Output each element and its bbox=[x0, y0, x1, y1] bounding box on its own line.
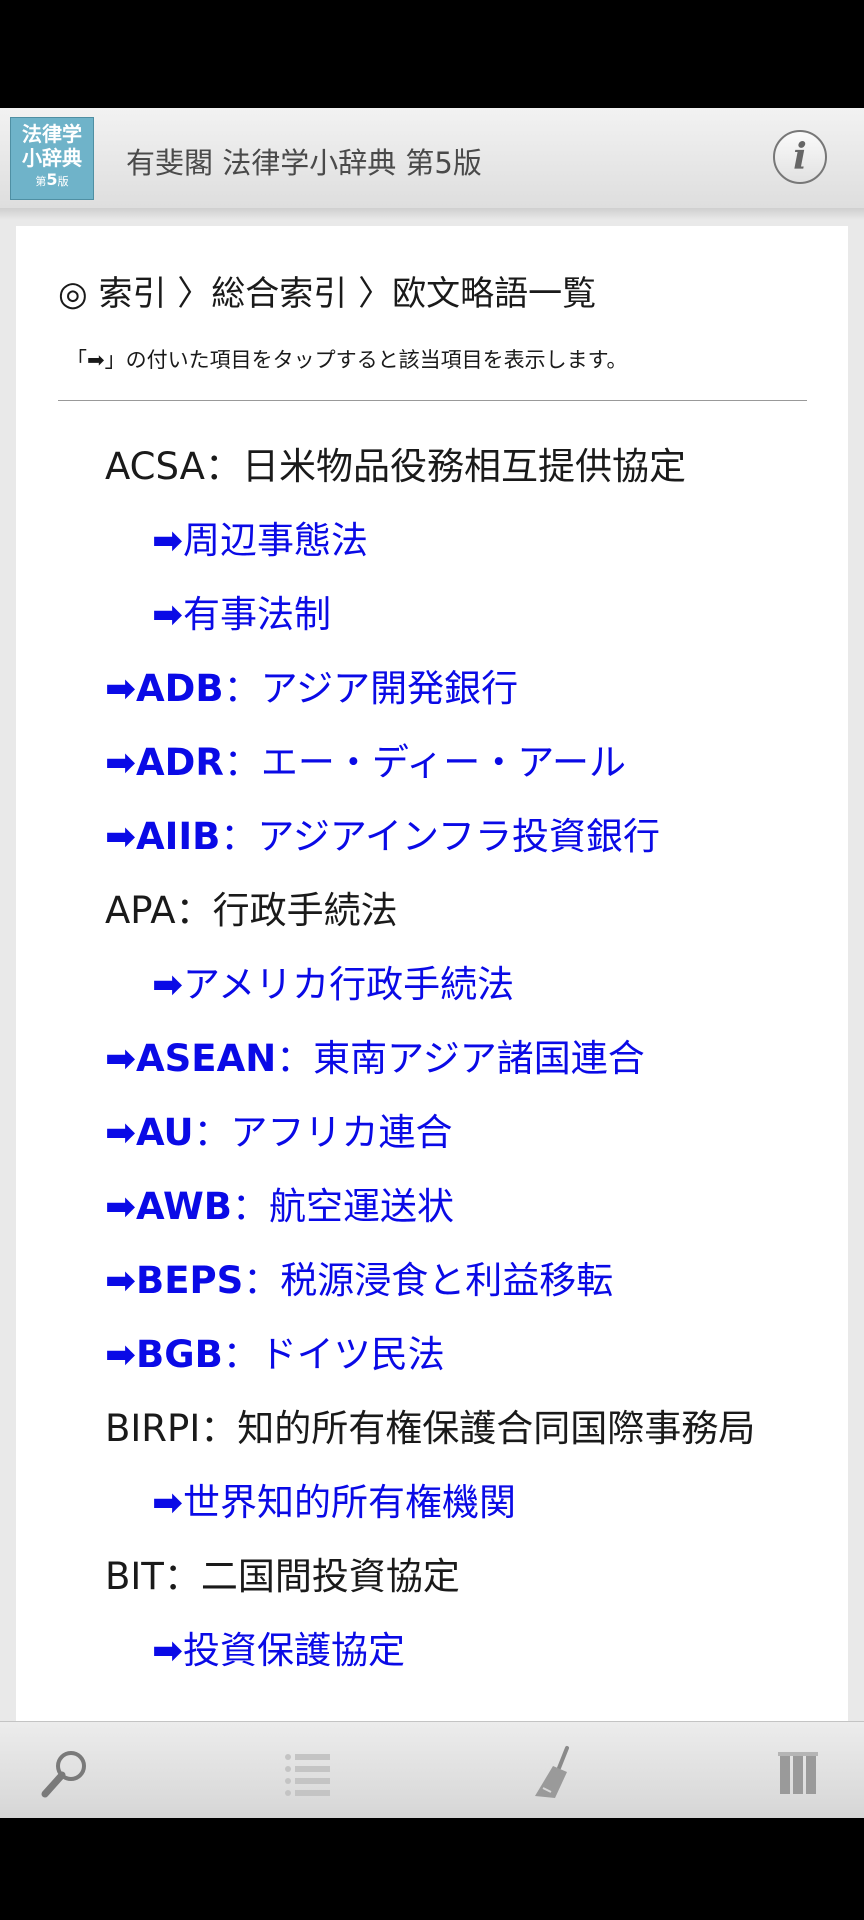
app-title: 有斐閣 法律学小辞典 第5版 bbox=[126, 146, 482, 180]
arrow-icon: ➡ bbox=[105, 1037, 137, 1080]
entry-abbreviation: ADB bbox=[136, 667, 224, 710]
entry-text: 周辺事態法 bbox=[183, 519, 369, 562]
arrow-icon: ➡ bbox=[152, 1481, 184, 1524]
entry-text: 有事法制 bbox=[183, 593, 332, 636]
arrow-icon: ➡ bbox=[152, 963, 184, 1006]
arrow-icon: ➡ bbox=[105, 1111, 137, 1154]
entry-text: BIRPI：知的所有権保護合同国際事務局 bbox=[105, 1407, 756, 1450]
entry-abbreviation: ASEAN bbox=[136, 1037, 277, 1080]
arrow-icon: ➡ bbox=[105, 667, 137, 710]
entry-heading: ACSA：日米物品役務相互提供協定 bbox=[105, 442, 686, 492]
app-logo: 法律学 小辞典 第5版 bbox=[10, 117, 94, 200]
entry-subref-link[interactable]: ➡アメリカ行政手続法 bbox=[152, 960, 514, 1010]
entry-text: ：税源浸食と利益移転 bbox=[243, 1259, 614, 1302]
info-button[interactable]: i bbox=[773, 130, 827, 184]
search-icon[interactable] bbox=[37, 1744, 93, 1800]
list-icon[interactable] bbox=[280, 1744, 336, 1800]
entry-text: ACSA：日米物品役務相互提供協定 bbox=[105, 445, 686, 488]
entry-link[interactable]: ➡AU：アフリカ連合 bbox=[105, 1108, 453, 1158]
logo-edition: 第5版 bbox=[35, 170, 69, 189]
columns-icon[interactable] bbox=[772, 1744, 828, 1800]
entry-link[interactable]: ➡BGB：ドイツ民法 bbox=[105, 1330, 445, 1380]
divider bbox=[58, 400, 807, 401]
system-nav-bar bbox=[0, 1818, 864, 1920]
entry-abbreviation: BEPS bbox=[136, 1259, 244, 1302]
arrow-icon: ➡ bbox=[152, 1629, 184, 1672]
entry-link[interactable]: ➡BEPS：税源浸食と利益移転 bbox=[105, 1256, 613, 1306]
entry-text: ：アフリカ連合 bbox=[193, 1111, 453, 1154]
entry-subref-link[interactable]: ➡投資保護協定 bbox=[152, 1626, 405, 1676]
arrow-icon: ➡ bbox=[105, 1333, 137, 1376]
broom-icon[interactable] bbox=[525, 1744, 581, 1800]
entry-link[interactable]: ➡ASEAN：東南アジア諸国連合 bbox=[105, 1034, 645, 1084]
status-bar bbox=[0, 0, 864, 108]
entry-text: アメリカ行政手続法 bbox=[183, 963, 515, 1006]
entry-abbreviation: AWB bbox=[136, 1185, 233, 1228]
entry-text: 世界知的所有権機関 bbox=[183, 1481, 517, 1524]
logo-line-1: 法律学 bbox=[22, 122, 82, 146]
entry-text: ：アジアインフラ投資銀行 bbox=[220, 815, 660, 858]
entry-subref-link[interactable]: ➡世界知的所有権機関 bbox=[152, 1478, 516, 1528]
arrow-icon: ➡ bbox=[105, 815, 137, 858]
entry-subref-link[interactable]: ➡周辺事態法 bbox=[152, 516, 368, 566]
entry-link[interactable]: ➡ADR：エー・ディー・アール bbox=[105, 738, 626, 788]
entry-subref-link[interactable]: ➡有事法制 bbox=[152, 590, 331, 640]
arrow-icon: ➡ bbox=[105, 741, 137, 784]
tap-hint: 「➡」の付いた項目をタップすると該当項目を表示します。 bbox=[66, 348, 628, 372]
entry-text: ：東南アジア諸国連合 bbox=[276, 1037, 645, 1080]
entry-abbreviation: ADR bbox=[136, 741, 224, 784]
app-window: 法律学 小辞典 第5版 有斐閣 法律学小辞典 第5版 i ◎ 索引 〉総合索引 … bbox=[0, 108, 864, 1818]
entry-text: ：航空運送状 bbox=[232, 1185, 455, 1228]
entry-abbreviation: AIIB bbox=[136, 815, 221, 858]
entry-abbreviation: BGB bbox=[136, 1333, 223, 1376]
entry-text: BIT：二国間投資協定 bbox=[105, 1555, 460, 1598]
entry-link[interactable]: ➡ADB：アジア開発銀行 bbox=[105, 664, 518, 714]
entry-heading: APA：行政手続法 bbox=[105, 886, 398, 936]
arrow-icon: ➡ bbox=[152, 593, 184, 636]
arrow-icon: ➡ bbox=[105, 1259, 137, 1302]
entry-heading: BIT：二国間投資協定 bbox=[105, 1552, 460, 1602]
bottom-toolbar bbox=[0, 1721, 864, 1818]
arrow-icon: ➡ bbox=[105, 1185, 137, 1228]
breadcrumb: ◎ 索引 〉総合索引 〉欧文略語一覧 bbox=[58, 274, 597, 314]
header-shadow bbox=[0, 208, 864, 220]
entry-heading: BIRPI：知的所有権保護合同国際事務局 bbox=[105, 1404, 755, 1454]
content-card: ◎ 索引 〉総合索引 〉欧文略語一覧 「➡」の付いた項目をタップすると該当項目を… bbox=[16, 226, 848, 1818]
entry-link[interactable]: ➡AIIB：アジアインフラ投資銀行 bbox=[105, 812, 660, 862]
arrow-icon: ➡ bbox=[152, 519, 184, 562]
entry-text: ：アジア開発銀行 bbox=[223, 667, 519, 710]
entry-text: ：エー・ディー・アール bbox=[223, 741, 627, 784]
entry-abbreviation: AU bbox=[136, 1111, 194, 1154]
entry-text: APA：行政手続法 bbox=[105, 889, 398, 932]
entry-text: ：ドイツ民法 bbox=[222, 1333, 445, 1376]
entry-link[interactable]: ➡AWB：航空運送状 bbox=[105, 1182, 454, 1232]
entry-text: 投資保護協定 bbox=[183, 1629, 406, 1672]
app-header: 法律学 小辞典 第5版 有斐閣 法律学小辞典 第5版 i bbox=[0, 108, 864, 209]
logo-line-2: 小辞典 bbox=[22, 146, 82, 170]
